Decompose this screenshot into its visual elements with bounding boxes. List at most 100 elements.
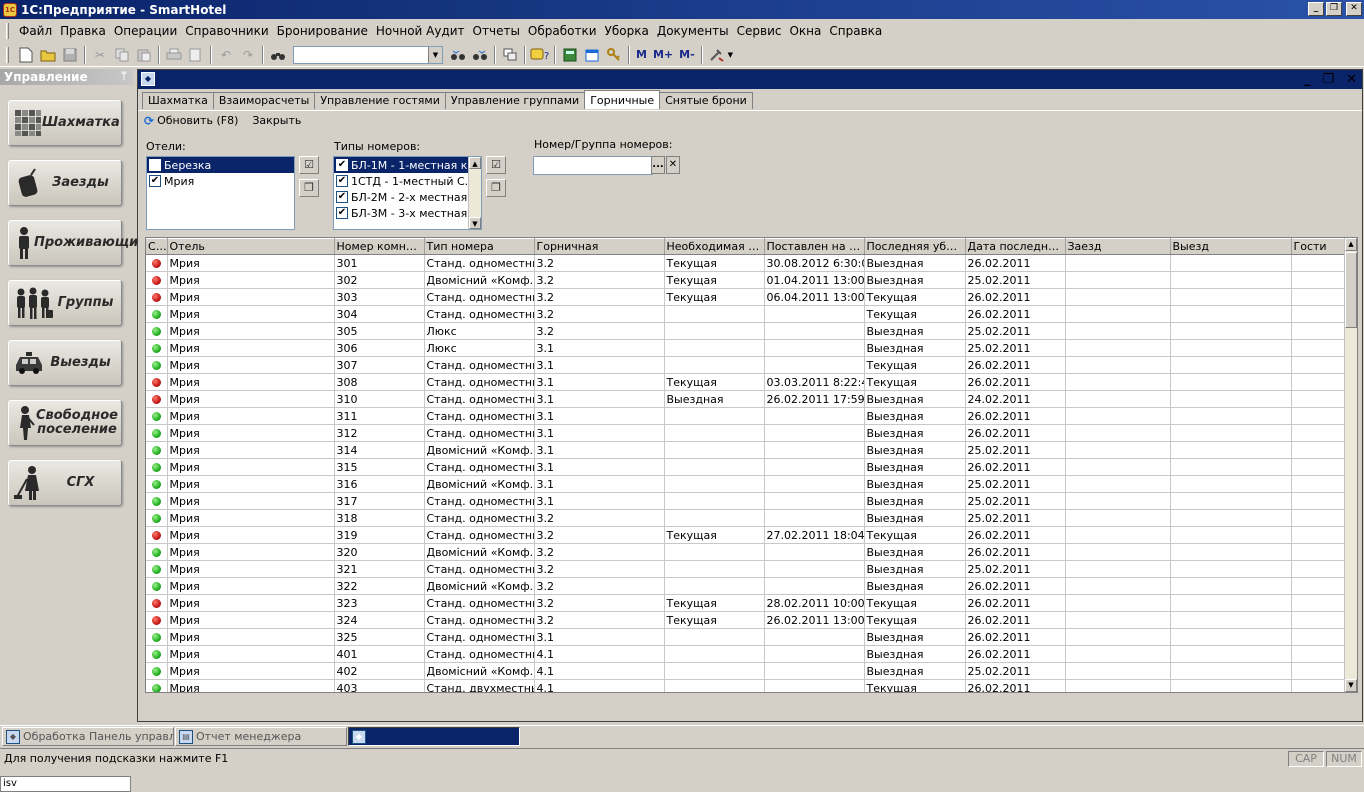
- table-row[interactable]: Мрия 314 Двомісний «Комф... 3.1 Выездная 25.0…: [146, 441, 1347, 459]
- checkbox[interactable]: [149, 159, 161, 171]
- tab-cancelled-bookings[interactable]: Снятые брони: [659, 92, 753, 109]
- table-row[interactable]: Мрия318Станд. одноместный3.2 Выездная25.0…: [146, 509, 1347, 527]
- menu-edit[interactable]: Правка: [56, 24, 110, 38]
- table-row[interactable]: Мрия 316 Двомісний «Комф... 3.1 Выездная 25.0…: [146, 475, 1347, 493]
- open-icon[interactable]: [37, 45, 59, 65]
- hotel-item[interactable]: Березка: [147, 157, 294, 173]
- checkbox[interactable]: ✔: [336, 191, 348, 203]
- menu-night-audit[interactable]: Ночной Аудит: [372, 24, 469, 38]
- undo-icon[interactable]: ↶: [215, 45, 237, 65]
- table-row[interactable]: Мрия 402 Двомісний «Комф... 4.1 Выездная 25.0…: [146, 662, 1347, 680]
- tab-guest-management[interactable]: Управление гостями: [314, 92, 446, 109]
- minimize-icon[interactable]: _: [1308, 2, 1324, 16]
- menu-booking[interactable]: Бронирование: [273, 24, 372, 38]
- room-type-item[interactable]: ✔ БЛ-1М - 1-местная к...: [334, 157, 478, 173]
- menu-operations[interactable]: Операции: [110, 24, 181, 38]
- column-header-arrival[interactable]: Заезд: [1065, 238, 1171, 255]
- table-row[interactable]: Мрия304Станд. одноместный3.2 Текущая26.02…: [146, 305, 1347, 323]
- checkbox[interactable]: ✔: [336, 175, 348, 187]
- nav-chessboard-button[interactable]: Шахматка: [8, 100, 122, 146]
- tab-settlements[interactable]: Взаиморасчеты: [212, 92, 316, 109]
- column-header-room-type[interactable]: Тип номера: [424, 238, 535, 255]
- tab-chessboard[interactable]: Шахматка: [142, 92, 214, 109]
- table-row[interactable]: Мрия324Станд. одноместный3.2Текущая26.02…: [146, 611, 1347, 629]
- cut-icon[interactable]: ✂: [89, 45, 111, 65]
- column-header-last-date[interactable]: Дата последней ...: [965, 238, 1066, 255]
- check-all-room-types-button[interactable]: ☑: [486, 156, 506, 174]
- scroll-up-icon[interactable]: ▲: [469, 157, 481, 169]
- uncheck-all-room-types-button[interactable]: ❐: [486, 179, 506, 197]
- column-header-maid[interactable]: Горничная: [534, 238, 665, 255]
- column-header-status[interactable]: С...: [146, 238, 168, 255]
- tools-dropdown-icon[interactable]: ▼: [728, 51, 733, 59]
- close-icon[interactable]: ✕: [1346, 2, 1362, 16]
- menu-service[interactable]: Сервис: [733, 24, 786, 38]
- new-document-icon[interactable]: [15, 45, 37, 65]
- clear-room-group-icon[interactable]: ✕: [666, 156, 680, 174]
- menu-processing[interactable]: Обработки: [524, 24, 601, 38]
- checkbox[interactable]: ✔: [336, 207, 348, 219]
- column-header-room[interactable]: Номер комнаты: [334, 238, 425, 255]
- nav-arrivals-button[interactable]: Заезды: [8, 160, 122, 206]
- menu-reports[interactable]: Отчеты: [469, 24, 524, 38]
- preview-icon[interactable]: [185, 45, 207, 65]
- table-scrollbar[interactable]: ▲ ▼: [1344, 238, 1357, 692]
- table-row[interactable]: Мрия308Станд. одноместный3.1Текущая03.03…: [146, 373, 1347, 391]
- scroll-up-icon[interactable]: ▲: [1345, 238, 1357, 251]
- table-row[interactable]: Мрия401Станд. одноместный4.1 Выездная26.0…: [146, 645, 1347, 663]
- select-room-group-button[interactable]: ...: [651, 156, 665, 174]
- menu-file[interactable]: Файл: [15, 24, 56, 38]
- table-row[interactable]: Мрия325Станд. одноместный3.1 Выездная26.0…: [146, 628, 1347, 646]
- help-icon[interactable]: ?: [529, 45, 551, 65]
- table-row[interactable]: Мрия 302 Двомісний «Комф... 3.2 Текущая 01.04…: [146, 271, 1347, 289]
- room-type-item[interactable]: ✔ БЛ-2М - 2-х местная ...: [334, 189, 481, 205]
- restore-icon[interactable]: ❐: [1320, 72, 1336, 87]
- room-group-input[interactable]: [533, 156, 653, 175]
- paste-icon[interactable]: [133, 45, 155, 65]
- find-prev-icon[interactable]: [469, 45, 491, 65]
- nav-residents-button[interactable]: Проживающие: [8, 220, 147, 266]
- scroll-down-icon[interactable]: ▼: [469, 217, 481, 229]
- table-row[interactable]: Мрия321Станд. одноместный3.2 Выездная25.0…: [146, 560, 1347, 578]
- table-row[interactable]: Мрия319Станд. одноместный3.2Текущая27.02…: [146, 526, 1347, 544]
- minimize-icon[interactable]: _: [1302, 72, 1313, 87]
- key-icon[interactable]: [603, 45, 625, 65]
- table-row[interactable]: Мрия317Станд. одноместный3.1 Выездная25.0…: [146, 492, 1347, 510]
- restore-icon[interactable]: ❐: [1326, 2, 1342, 16]
- save-icon[interactable]: [59, 45, 81, 65]
- table-row[interactable]: Мрия301Станд. одноместный3.2Текущая30.08…: [146, 254, 1347, 272]
- pin-icon[interactable]: ᛘ: [121, 69, 127, 85]
- chevron-down-icon[interactable]: ▼: [428, 46, 442, 63]
- table-row[interactable]: Мрия323Станд. одноместный3.2Текущая28.02…: [146, 594, 1347, 612]
- table-row[interactable]: Мрия303Станд. одноместный3.2Текущая06.04…: [146, 288, 1347, 306]
- nav-groups-button[interactable]: Группы: [8, 280, 122, 326]
- room-type-item[interactable]: ✔ БЛ-3М - 3-х местная ...: [334, 205, 481, 221]
- menu-catalogs[interactable]: Справочники: [181, 24, 272, 38]
- checkbox[interactable]: ✔: [149, 175, 161, 187]
- check-all-hotels-button[interactable]: ☑: [299, 156, 319, 174]
- checkbox[interactable]: ✔: [336, 159, 348, 171]
- tab-maids[interactable]: Горничные: [584, 90, 661, 109]
- calculator-icon[interactable]: [559, 45, 581, 65]
- refresh-button[interactable]: ⟳ Обновить (F8): [144, 114, 238, 128]
- room-types-list[interactable]: ✔ БЛ-1М - 1-местная к... ✔ 1СТД - 1-мест…: [333, 156, 482, 230]
- tools-icon[interactable]: [706, 45, 728, 65]
- memory-minus-button[interactable]: M-: [676, 45, 698, 65]
- nav-housekeeping-button[interactable]: СГХ: [8, 460, 122, 506]
- table-row[interactable]: Мрия307Станд. одноместный3.1 Текущая26.02…: [146, 356, 1347, 374]
- column-header-departure[interactable]: Выезд: [1170, 238, 1292, 255]
- table-row[interactable]: Мрия311Станд. одноместный3.1 Выездная26.0…: [146, 407, 1347, 425]
- tab-group-management[interactable]: Управление группами: [444, 92, 586, 109]
- copy-icon[interactable]: [111, 45, 133, 65]
- scroll-down-icon[interactable]: ▼: [1345, 679, 1357, 692]
- hotels-list[interactable]: Березка ✔ Мрия: [146, 156, 295, 230]
- room-type-item[interactable]: ✔ 1СТД - 1-местный С...: [334, 173, 475, 189]
- table-row[interactable]: Мрия312Станд. одноместный3.1 Выездная26.0…: [146, 424, 1347, 442]
- column-header-needed-cleaning[interactable]: Необходимая убо...: [664, 238, 765, 255]
- column-header-placed-for-cleaning[interactable]: Поставлен на уб...: [764, 238, 865, 255]
- table-row[interactable]: Мрия310Станд. одноместный3.1Выездная26.0…: [146, 390, 1347, 408]
- find-next-icon[interactable]: [447, 45, 469, 65]
- windows-icon[interactable]: [499, 45, 521, 65]
- nav-free-placement-button[interactable]: Свободное поселение: [8, 400, 122, 446]
- menu-help[interactable]: Справка: [825, 24, 886, 38]
